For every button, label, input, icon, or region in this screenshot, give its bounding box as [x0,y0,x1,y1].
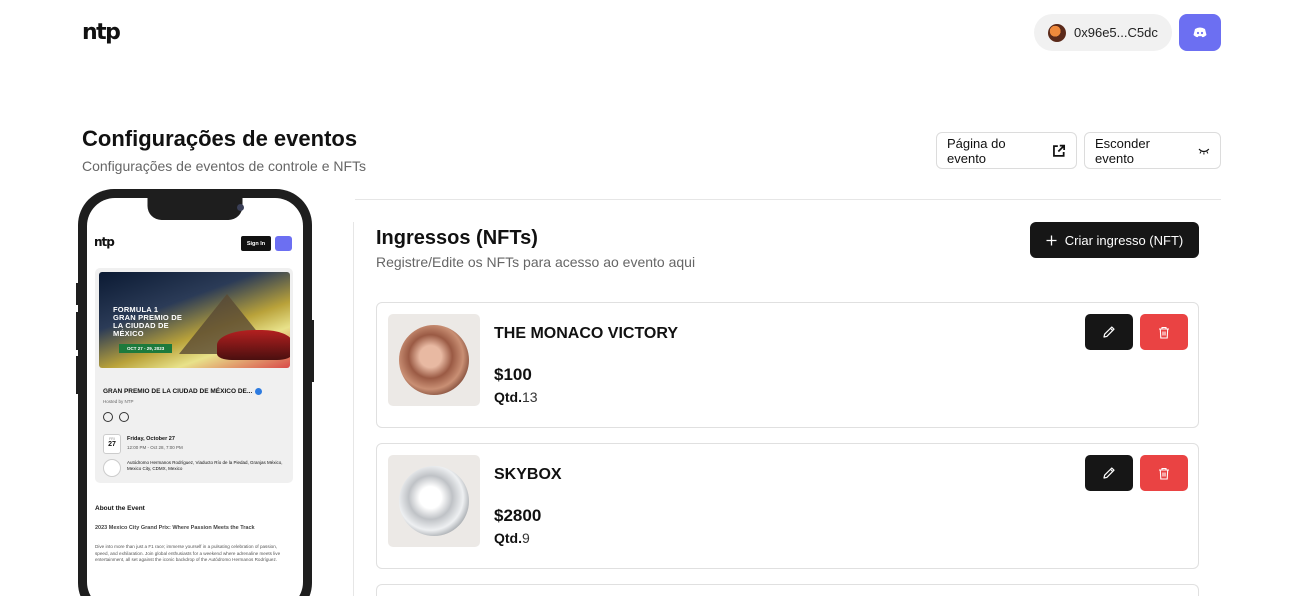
preview-hosted-by: Hosted by NTP [103,399,134,404]
page-title: Configurações de eventos [82,126,358,151]
event-preview-phone: ntp Sign In FORMULA 1 GRAN PREMIO DE LA … [78,189,312,596]
page-subtitle: Configurações de eventos de controle e N… [82,158,367,174]
ticket-quantity: Qtd.13 [494,389,538,405]
tickets-section-subtitle: Registre/Edite os NFTs para acesso ao ev… [376,254,696,270]
phone-screen: ntp Sign In FORMULA 1 GRAN PREMIO DE LA … [87,198,303,596]
discord-icon [1193,27,1207,38]
banner-car [217,330,290,360]
tickets-section-title: Ingressos (NFTs) [376,227,538,249]
ticket-qty-value: 13 [522,389,538,405]
ticket-qty-value: 9 [522,530,530,546]
trash-icon [1159,326,1169,339]
trash-icon [1159,467,1169,480]
hide-event-button[interactable]: Esconder evento [1084,132,1221,169]
preview-event-title-text: GRAN PREMIO DE LA CIUDAD DE MÉXICO DE... [103,388,253,396]
create-ticket-button[interactable]: Criar ingresso (NFT) [1030,222,1199,258]
medal-image [399,466,469,536]
ticket-card: THE MONACO VICTORY $100 Qtd.13 [376,302,1199,428]
banner-title: FORMULA 1 GRAN PREMIO DE LA CIUDAD DE MÉ… [113,305,183,338]
preview-date-box: FRI 27 [103,434,121,454]
ticket-qty-label: Qtd. [494,389,522,405]
eye-closed-icon [1198,148,1210,154]
instagram-icon [103,412,113,422]
create-ticket-label: Criar ingresso (NFT) [1064,232,1184,248]
preview-event-banner: FORMULA 1 GRAN PREMIO DE LA CIUDAD DE MÉ… [99,272,290,368]
banner-date: OCT 27 - 29, 2023 [119,344,173,353]
preview-logo: ntp [94,235,115,249]
edit-ticket-button[interactable] [1085,314,1133,350]
ticket-image [388,455,480,547]
phone-camera [237,204,244,211]
header-divider [355,199,1221,200]
preview-sign-in-button: Sign In [241,236,271,251]
pencil-icon [1103,326,1115,338]
preview-discord-icon [275,236,292,251]
external-link-icon [1053,144,1066,157]
ticket-card [376,584,1199,596]
discord-button[interactable] [1179,14,1221,51]
preview-about-title: About the Event [95,505,145,512]
plus-icon [1046,235,1057,245]
preview-about-subtitle: 2023 Mexico City Grand Prix: Where Passi… [95,525,255,531]
location-pin-icon [103,459,121,477]
delete-ticket-button[interactable] [1140,455,1188,491]
app-logo[interactable]: ntp [82,20,121,45]
delete-ticket-button[interactable] [1140,314,1188,350]
preview-date-day: 27 [108,441,116,448]
ticket-card: SKYBOX $2800 Qtd.9 [376,443,1199,569]
wallet-address: 0x96e5...C5dc [1074,25,1158,40]
ticket-price: $2800 [494,506,542,525]
verified-icon [255,388,263,395]
wallet-button[interactable]: 0x96e5...C5dc [1034,14,1172,51]
preview-event-title: GRAN PREMIO DE LA CIUDAD DE MÉXICO DE... [103,388,288,395]
wallet-avatar-icon [1048,23,1066,42]
edit-ticket-button[interactable] [1085,455,1133,491]
hide-event-label: Esconder evento [1095,135,1150,166]
phone-notch [147,198,243,220]
preview-social-icons [103,412,129,422]
event-page-label: Página do evento [947,135,1006,166]
preview-date-line1: Friday, October 27 [127,436,175,442]
ticket-price: $100 [494,365,532,384]
ticket-name: SKYBOX [494,466,562,483]
column-divider [353,222,354,596]
preview-about-body: Dive into more than just a F1 race; imme… [95,544,281,562]
preview-date-line2: 12:00 PM - Oct 28, 7:00 PM [127,445,183,450]
globe-icon [119,412,129,422]
preview-location: Autódromo Hermanos Rodríguez, Viaducto R… [127,460,283,471]
ticket-quantity: Qtd.9 [494,530,530,546]
event-page-button[interactable]: Página do evento [936,132,1077,169]
ticket-qty-label: Qtd. [494,530,522,546]
pencil-icon [1103,467,1115,479]
ticket-name: THE MONACO VICTORY [494,325,679,342]
ticket-image [388,314,480,406]
medal-image [399,325,469,395]
